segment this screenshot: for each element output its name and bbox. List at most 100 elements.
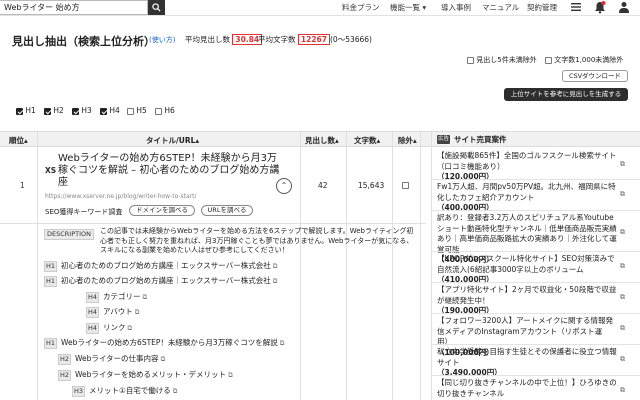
how-to-link[interactable]: (使い方) — [149, 35, 175, 45]
external-link-icon[interactable]: ⧉ — [620, 386, 625, 395]
seo-keyword-label: SEO獲得キーワード調査 — [45, 208, 123, 216]
exclude-under5-option[interactable]: 見出し5件未満除外 — [467, 55, 537, 65]
keyword-search-input[interactable]: Webライター 始め方 — [0, 0, 148, 15]
sale-case-item[interactable]: 【アプリ特化サイト】2ヶ月で収益化・50段階で収益が継続発生中！ （190,000… — [437, 285, 617, 317]
avg-heading-count: 平均見出し数 30.84 — [185, 34, 263, 45]
divider — [431, 131, 432, 400]
sort-icon: ▴ — [376, 136, 381, 145]
exclude-under1000-option[interactable]: 文字数1,000未満除外 — [545, 55, 623, 65]
description-text: この記事では未経験からWebライターを始める方法を6ステップで解説します。Web… — [100, 227, 414, 254]
bell-icon[interactable] — [594, 1, 606, 14]
sale-case-item[interactable]: 【同じ切り抜きチャンネルの中で上位！】ひろゆきの切り抜きチャンネル — [437, 378, 617, 399]
nav-pricing[interactable]: 料金プラン — [342, 2, 380, 13]
heading-item[interactable]: H3 メリット①自宅で働ける ⧉ — [72, 386, 177, 397]
external-link-icon[interactable]: ⧉ — [620, 190, 625, 199]
divider — [346, 131, 347, 400]
filter-h5-checkbox[interactable] — [127, 107, 134, 115]
col-headings-header[interactable]: 見出し数▴ — [305, 135, 339, 146]
table-header: 順位▴ タイトル/URL▴ 見出し数▴ 文字数▴ 除外▴ — [0, 131, 640, 147]
divider — [432, 282, 640, 283]
divider — [420, 131, 421, 400]
col-chars-header[interactable]: 文字数▴ — [354, 135, 380, 146]
result-title-link[interactable]: Webライターの始め方6STEP！未経験から月3万稼ぐコツを解説 – 初心者のた… — [58, 153, 283, 189]
heading-item[interactable]: H4 アバウト ⧉ — [86, 307, 139, 318]
csv-download-button[interactable]: CSVダウンロード — [562, 70, 628, 82]
check-url-button[interactable]: URLを調べる — [201, 205, 253, 216]
divider — [392, 131, 393, 400]
exclude-under5-label: 見出し5件未満除外 — [476, 56, 537, 64]
external-link-icon: ⧉ — [272, 277, 278, 285]
sale-case-item[interactable]: 私立中学受験を目指す生徒とその保護者に役立つ情報サイト （3,490,000円） — [437, 347, 617, 379]
heading-count-cell: 42 — [318, 181, 328, 190]
heading-item[interactable]: H4 カテゴリー ⧉ — [86, 292, 147, 303]
filter-h4[interactable]: H4 — [100, 106, 120, 115]
nav-manual[interactable]: マニュアル — [482, 2, 519, 13]
nav-features[interactable]: 機能一覧 ▾ — [390, 2, 426, 13]
filter-h3-label: H3 — [81, 106, 92, 115]
filter-h6-label: H6 — [164, 106, 175, 115]
divider — [37, 131, 38, 400]
result-url[interactable]: https://www.xserver.ne.jp/blog/writer-ho… — [45, 193, 197, 200]
external-link-icon[interactable]: ⧉ — [620, 160, 625, 169]
top-bar: Webライター 始め方 料金プラン 機能一覧 ▾ 導入事例 マニュアル 契約管理 — [0, 0, 640, 16]
filter-h2-label: H2 — [53, 106, 64, 115]
sale-case-item[interactable]: 【KPOPダンススクール特化サイト】SEO対策済みで自然流入(6紹記事3000字… — [437, 254, 617, 286]
exclude-checkbox[interactable] — [402, 181, 409, 190]
site-logo: XS — [45, 166, 57, 175]
heading-item[interactable]: H4 リンク ⧉ — [86, 323, 132, 334]
external-link-icon: ⧉ — [142, 293, 148, 301]
filter-h1[interactable]: H1 — [16, 106, 36, 115]
filter-h5[interactable]: H5 — [127, 106, 147, 115]
page-title: 見出し抽出（検索上位分析） — [12, 35, 155, 48]
heading-item[interactable]: H1 初心者のためのブログ始め方講座｜エックスサーバー株式会社 ⧉ — [44, 276, 277, 287]
nav-contract[interactable]: 契約管理 — [527, 2, 557, 13]
generate-headings-button[interactable]: 上位サイトを参考に見出しを生成する — [504, 88, 628, 101]
rank-cell: 1 — [20, 181, 25, 190]
user-icon[interactable] — [618, 1, 630, 13]
filter-h4-label: H4 — [109, 106, 120, 115]
collapse-toggle[interactable]: ⌃ — [276, 178, 292, 194]
heading-item[interactable]: H2 Webライターを始めるメリット・デメリット ⧉ — [58, 370, 233, 381]
external-link-icon[interactable]: ⧉ — [620, 324, 625, 333]
exclude-under5-checkbox[interactable] — [467, 56, 474, 64]
description-tag: DESCRIPTION — [44, 229, 94, 240]
search-button[interactable] — [148, 0, 165, 15]
col-title-header[interactable]: タイトル/URL▴ — [146, 135, 199, 146]
chevron-up-icon: ⌃ — [280, 181, 288, 190]
divider — [0, 223, 426, 224]
filter-h2[interactable]: H2 — [44, 106, 64, 115]
heading-item[interactable]: H1 初心者のためのブログ始め方講座｜エックスサーバー株式会社 ⧉ — [44, 261, 277, 272]
filter-h2-checkbox[interactable] — [44, 107, 51, 115]
external-link-icon[interactable]: ⧉ — [620, 228, 625, 237]
divider — [432, 344, 640, 345]
divider — [432, 313, 640, 314]
sale-case-item[interactable]: 【施設掲載865件】全国のゴルフスクール検索サイト（口コミ機能あり） （120,0… — [437, 151, 617, 183]
sale-case-item[interactable]: Fw1万人超、月間pv50万PV超。北九州、福岡県に特化したカフェ紹介アカウント… — [437, 182, 617, 214]
external-link-icon: ⧉ — [172, 387, 178, 395]
divider — [432, 179, 640, 180]
heading-item[interactable]: H1 Webライターの始め方6STEP！未経験から月3万稼ぐコツを解説 ⧉ — [44, 338, 284, 349]
check-domain-button[interactable]: ドメインを調べる — [129, 205, 195, 216]
filter-h3[interactable]: H3 — [72, 106, 92, 115]
heading-item[interactable]: H2 Webライターの仕事内容 ⧉ — [58, 354, 165, 365]
sort-icon: ▴ — [413, 136, 417, 145]
col-rank-header[interactable]: 順位▴ — [9, 135, 28, 146]
external-link-icon[interactable]: ⧉ — [620, 262, 625, 271]
filter-h3-checkbox[interactable] — [72, 107, 79, 115]
col-cases-header: サイト売買案件 — [454, 135, 507, 144]
external-link-icon[interactable]: ⧉ — [620, 355, 625, 364]
sort-asc-icon: ▴ — [24, 136, 28, 145]
filter-h6-checkbox[interactable] — [155, 107, 162, 115]
filter-h4-checkbox[interactable] — [100, 107, 107, 115]
filter-h5-label: H5 — [136, 106, 147, 115]
external-link-icon[interactable]: ⧉ — [620, 293, 625, 302]
filter-h6[interactable]: H6 — [155, 106, 175, 115]
menu-icon[interactable] — [570, 1, 582, 13]
exclude-under1000-checkbox[interactable] — [545, 56, 552, 64]
col-exclude-header[interactable]: 除外▴ — [398, 135, 417, 146]
sort-icon: ▴ — [195, 136, 200, 145]
external-link-icon: ⧉ — [272, 262, 278, 270]
avg-chars-badge: 12267 — [297, 34, 330, 45]
filter-h1-checkbox[interactable] — [16, 107, 23, 115]
nav-cases[interactable]: 導入事例 — [441, 2, 471, 13]
